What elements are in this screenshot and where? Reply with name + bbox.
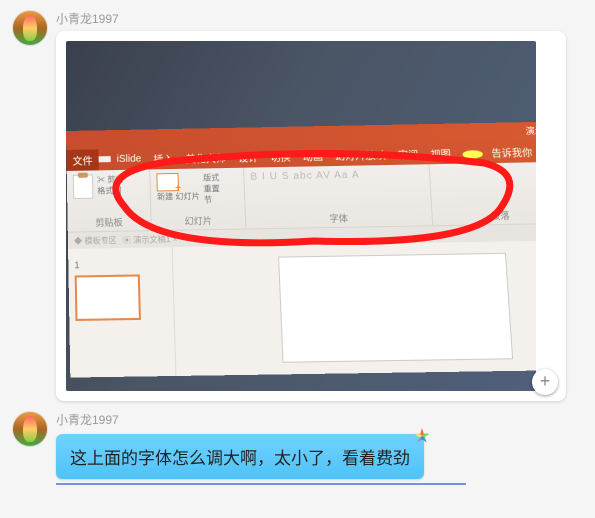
doc-title: 演示文稿1 - Pow [525,125,536,136]
username: 小青龙1997 [56,411,583,428]
tab-islide[interactable]: iSlide [111,153,148,165]
thumbnail-pane[interactable]: 1 [68,247,176,377]
group-label: 幻灯片 [158,213,240,228]
chat-message-2: 小青龙1997 这上面的字体怎么调大啊，太小了，看着费劲 [0,401,595,485]
layout-btn[interactable]: 版式 [203,172,220,183]
tab-insert[interactable]: 插入 [147,150,180,166]
status-a[interactable]: 模板专区 [84,235,117,245]
tab-slideshow[interactable]: 幻灯片放映 [329,146,393,162]
group-label: 字体 [252,210,426,226]
tab-beautify[interactable]: 美化大师 [179,149,232,165]
image-bubble[interactable]: 演示文稿1 - Pow 文件 iSlide 插入 美化大师 设计 切换 动画 幻… [56,31,566,401]
format-btn[interactable]: 格式刷 [97,185,124,197]
section-btn[interactable]: 节 [204,194,221,205]
screenshot-photo: 演示文稿1 - Pow 文件 iSlide 插入 美化大师 设计 切换 动画 幻… [66,41,536,391]
tab-transition[interactable]: 切换 [264,148,297,164]
tell-me[interactable]: 告诉我你 [456,143,536,160]
tab-animation[interactable]: 动画 [296,147,329,163]
bulb-icon [463,150,484,158]
underline-decor [56,483,466,485]
avatar[interactable] [12,10,48,46]
current-slide[interactable] [278,253,513,363]
cut-btn[interactable]: ✂ 剪切 [97,174,124,186]
avatar[interactable] [12,411,48,447]
group-clipboard: ✂ 剪切 格式刷 剪贴板 [67,169,152,231]
group-paragraph: 段落 [430,162,536,225]
username: 小青龙1997 [56,10,583,27]
tab-file[interactable]: 文件 [66,149,99,171]
group-font: B I U S abc AV Aa A 字体 [244,164,433,228]
message-text: 这上面的字体怎么调大啊，太小了，看着费劲 [70,449,410,468]
tab-view[interactable]: 视图 [424,145,457,161]
editor-pane[interactable] [173,240,536,376]
group-slides: 新建 幻灯片 版式 重置 节 幻灯片 [150,168,246,230]
slide-area: 1 [68,240,536,378]
status-b[interactable]: 演示文稿1 [133,234,170,244]
new-slide-icon[interactable] [156,173,179,192]
powerpoint-window: 演示文稿1 - Pow 文件 iSlide 插入 美化大师 设计 切换 动画 幻… [66,121,536,377]
pinwheel-icon [414,428,430,444]
ribbon-body: ✂ 剪切 格式刷 剪贴板 新建 幻灯片 [67,161,536,232]
paste-icon[interactable] [73,174,94,199]
thumb-number: 1 [74,260,79,270]
tab-review[interactable]: 审阅 [391,146,424,162]
reset-btn[interactable]: 重置 [203,183,220,194]
tab-home[interactable] [99,156,111,162]
slide-thumbnail[interactable] [75,274,141,321]
tab-design[interactable]: 设计 [232,149,265,165]
group-label: 剪贴板 [74,215,145,229]
group-label: 段落 [438,208,536,223]
zoom-button[interactable]: + [532,369,558,395]
text-bubble[interactable]: 这上面的字体怎么调大啊，太小了，看着费劲 [56,434,424,479]
font-tools[interactable]: B I U S abc AV Aa A [250,168,423,182]
chat-message-1: 小青龙1997 演示文稿1 - Pow 文件 iSlide 插入 美化大师 设计… [0,0,595,401]
